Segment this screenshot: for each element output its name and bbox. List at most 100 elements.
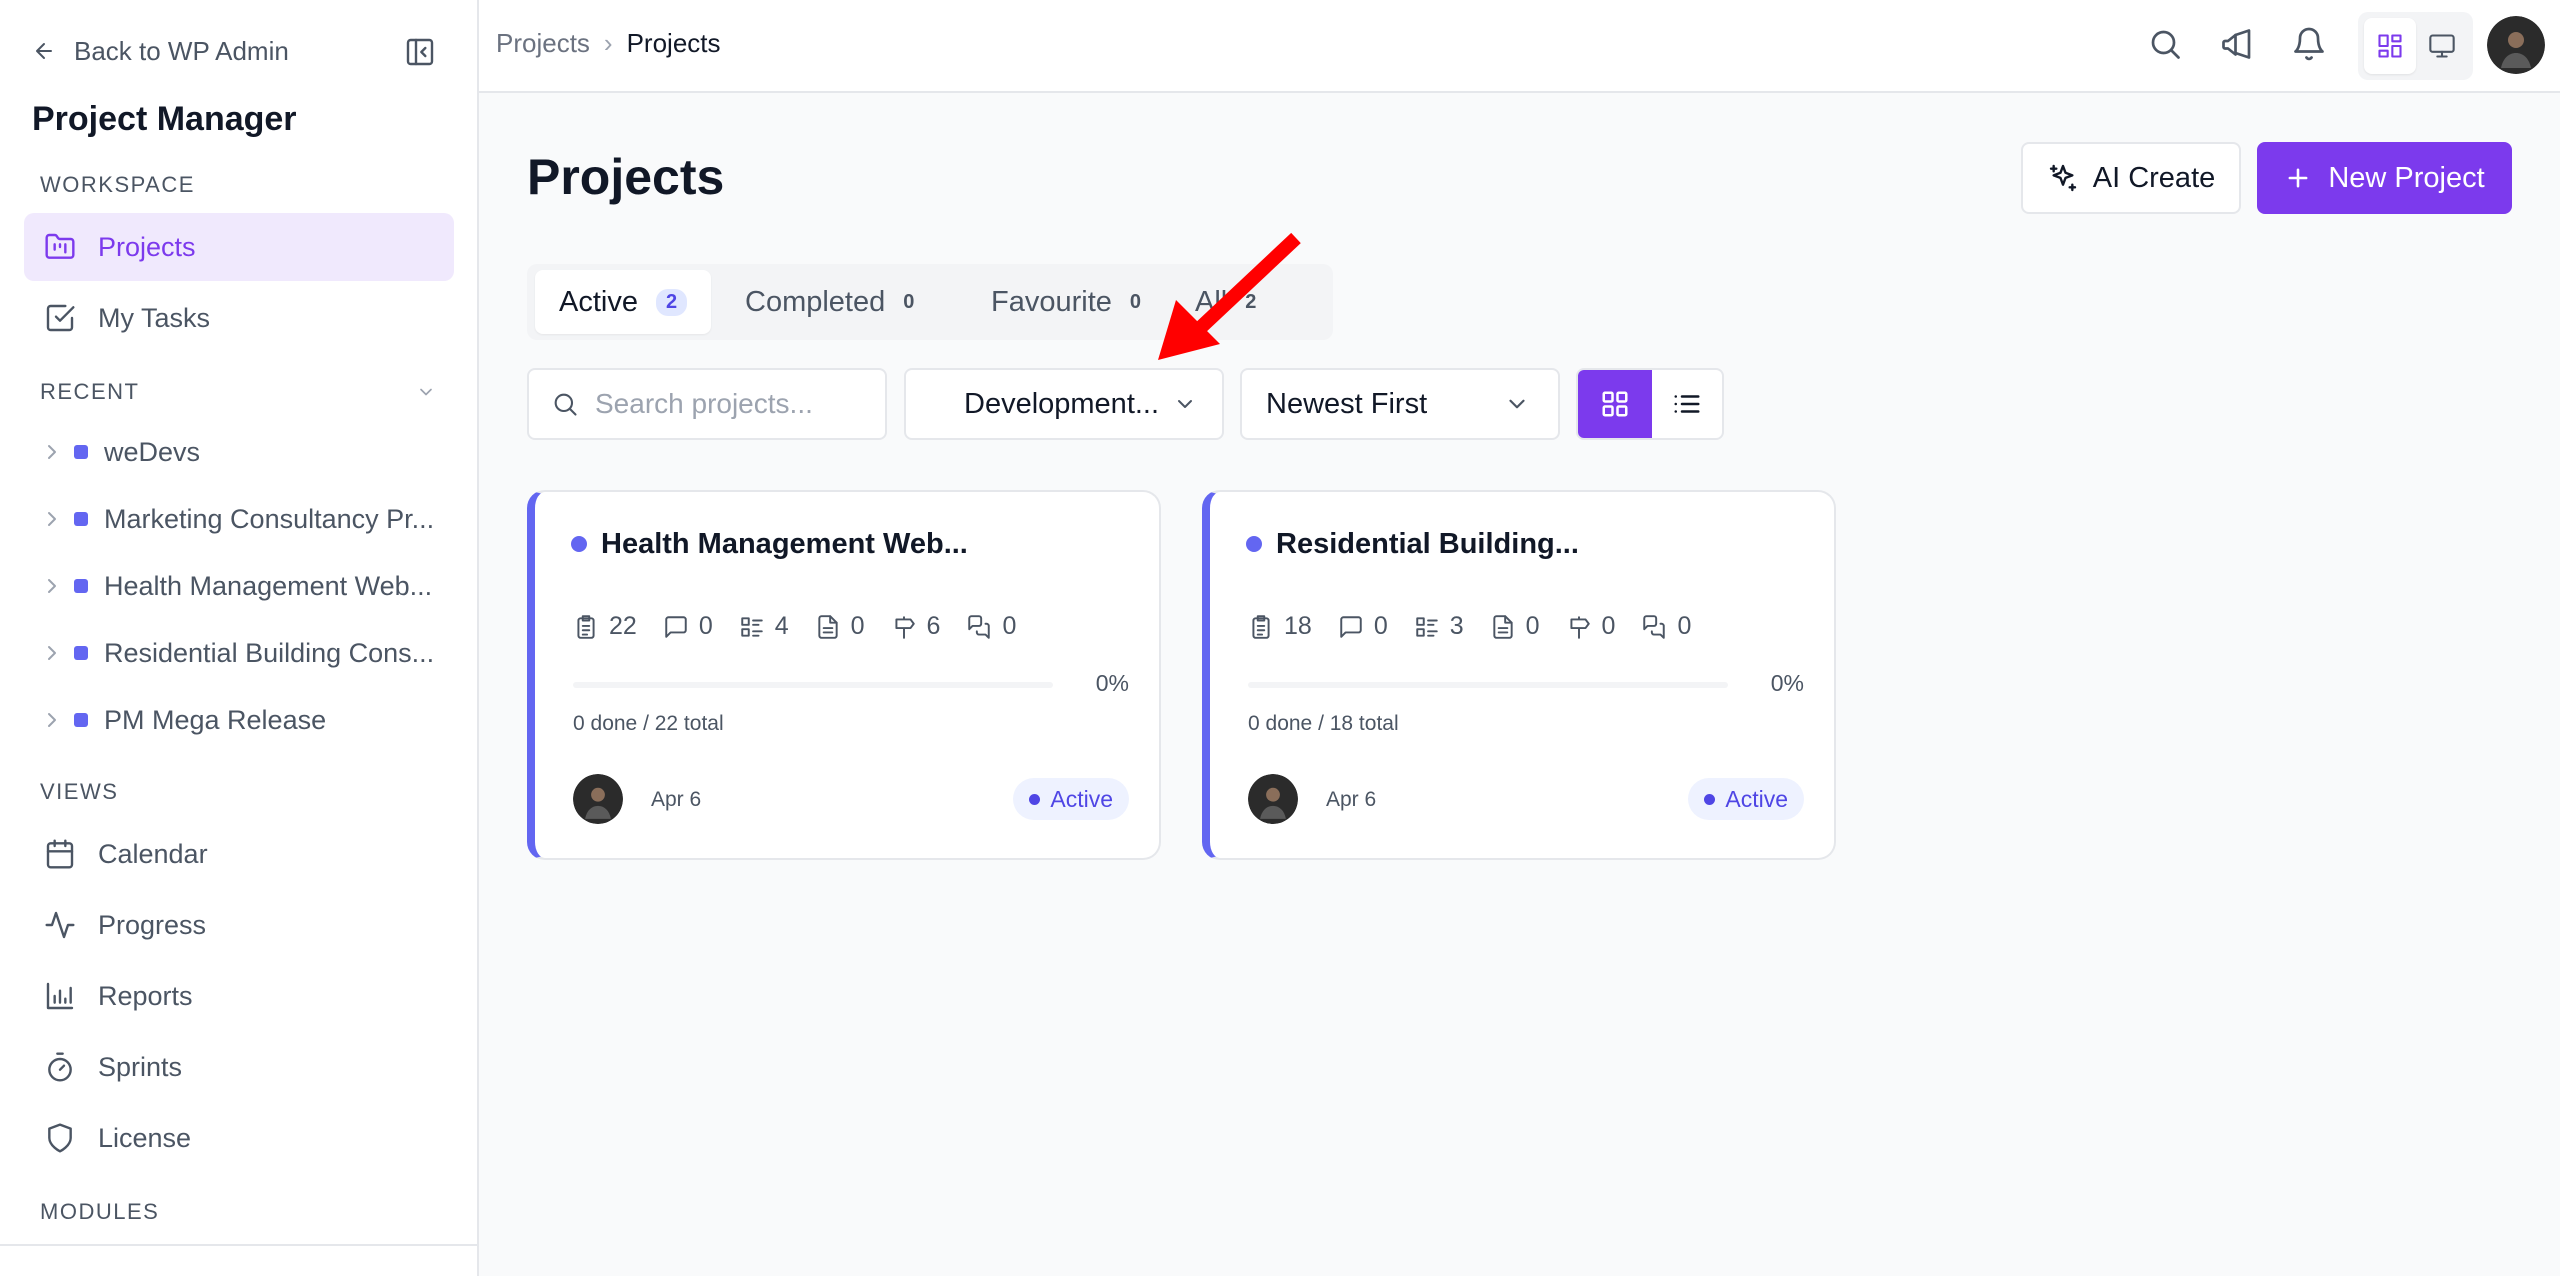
file-text-icon xyxy=(817,614,838,639)
user-avatar[interactable] xyxy=(2487,16,2545,74)
new-project-label: New Project xyxy=(2328,161,2485,194)
project-stats: 18 0 3 0 0 0 xyxy=(1248,612,1691,641)
comments-stat: 0 xyxy=(1338,612,1388,641)
folder-kanban-icon xyxy=(45,233,75,259)
status-dot xyxy=(1704,793,1716,805)
chevron-down-icon xyxy=(1509,399,1525,409)
lists-stat: 3 xyxy=(1414,612,1464,641)
search-icon[interactable] xyxy=(2147,26,2183,62)
timer-icon xyxy=(48,1052,72,1082)
project-title[interactable]: Residential Building... xyxy=(1276,528,1579,561)
check-square-icon xyxy=(46,304,75,332)
files-count: 0 xyxy=(850,612,865,640)
dashboard-view-button[interactable] xyxy=(2364,18,2416,74)
list-checks-icon xyxy=(740,616,763,637)
sidebar-item-label: Reports xyxy=(98,980,193,1011)
recent-item-label: Residential Building Cons... xyxy=(104,637,435,668)
collapse-sidebar-icon[interactable] xyxy=(404,36,436,68)
sidebar-item-calendar[interactable]: Calendar xyxy=(24,820,454,888)
desktop-view-button[interactable] xyxy=(2416,18,2468,74)
megaphone-icon[interactable] xyxy=(2219,26,2255,62)
calendar-icon xyxy=(46,839,74,869)
search-icon xyxy=(554,393,577,416)
recent-item-pm-mega-release[interactable]: PM Mega Release xyxy=(40,694,450,746)
project-color-dot xyxy=(74,579,88,593)
ai-create-button[interactable]: AI Create xyxy=(2021,142,2241,214)
sidebar-item-my-tasks[interactable]: My Tasks xyxy=(24,284,454,352)
project-card[interactable]: Residential Building... 18 0 3 0 0 0 0% … xyxy=(1202,490,1836,860)
sparkles-icon xyxy=(2049,164,2076,192)
chevron-right-icon[interactable] xyxy=(40,641,64,665)
grid-icon xyxy=(1602,391,1628,417)
recent-item-label: Marketing Consultancy Pr... xyxy=(104,503,435,534)
tab-label: Completed xyxy=(745,285,886,318)
chevron-right-icon[interactable] xyxy=(40,440,64,464)
breadcrumb-separator: › xyxy=(603,28,613,58)
breadcrumb: Projects › Projects xyxy=(496,28,721,59)
layout-dashboard-icon xyxy=(2378,34,2402,58)
divider xyxy=(0,1244,479,1246)
tab-completed[interactable]: Completed 0 xyxy=(721,270,938,334)
discussions-stat: 0 xyxy=(1641,612,1691,641)
sort-select[interactable]: Newest First xyxy=(1240,368,1560,440)
sidebar-item-projects[interactable]: Projects xyxy=(24,213,454,281)
project-stats: 22 0 4 0 6 0 xyxy=(573,612,1016,641)
list-view-button[interactable] xyxy=(1652,370,1722,438)
files-stat: 0 xyxy=(815,612,865,641)
recent-item-residential-building[interactable]: Residential Building Cons... xyxy=(40,627,450,679)
breadcrumb-parent[interactable]: Projects xyxy=(496,28,590,59)
recent-item-wedevs[interactable]: weDevs xyxy=(40,426,450,478)
category-filter-select[interactable]: Development... xyxy=(904,368,1224,440)
tab-count: 0 xyxy=(903,290,915,313)
sidebar-item-sprints[interactable]: Sprints xyxy=(24,1033,454,1101)
tab-favourite[interactable]: Favourite 0 xyxy=(967,270,1165,334)
recent-item-label: Health Management Web... xyxy=(104,570,433,601)
progress-summary: 0 done / 22 total xyxy=(573,712,724,735)
project-color-dot xyxy=(1246,536,1262,552)
shield-icon xyxy=(48,1123,72,1153)
new-project-button[interactable]: New Project xyxy=(2257,142,2512,214)
project-title[interactable]: Health Management Web... xyxy=(601,528,968,561)
lists-count: 4 xyxy=(774,612,789,640)
project-date: Apr 6 xyxy=(651,788,702,811)
clipboard-list-icon xyxy=(577,614,595,639)
bar-chart-icon xyxy=(46,982,74,1010)
tab-active[interactable]: Active 2 xyxy=(535,270,712,334)
tab-label: Favourite xyxy=(991,285,1112,318)
progress-bar xyxy=(1248,682,1728,688)
sidebar-item-label: Projects xyxy=(98,231,196,262)
arrow-left-icon xyxy=(36,43,52,59)
lists-stat: 4 xyxy=(739,612,789,641)
files-stat: 0 xyxy=(1490,612,1540,641)
avatar xyxy=(573,774,623,824)
sidebar-item-reports[interactable]: Reports xyxy=(24,962,454,1030)
top-bar: Projects › Projects xyxy=(479,0,2560,93)
sidebar-item-label: Progress xyxy=(98,909,207,940)
sidebar-item-license[interactable]: License xyxy=(24,1104,454,1172)
recent-item-health-management[interactable]: Health Management Web... xyxy=(40,560,450,612)
chevron-right-icon[interactable] xyxy=(40,507,64,531)
recent-item-marketing-consultancy[interactable]: Marketing Consultancy Pr... xyxy=(40,493,450,545)
messages-icon xyxy=(1643,614,1666,639)
search-input[interactable] xyxy=(595,388,875,420)
sidebar-item-label: License xyxy=(98,1122,192,1153)
back-to-wp-admin-link[interactable]: Back to WP Admin xyxy=(32,34,289,68)
sidebar-item-label: My Tasks xyxy=(98,302,211,333)
chevron-right-icon[interactable] xyxy=(40,708,64,732)
status-label: Active xyxy=(1725,785,1788,812)
bell-icon[interactable] xyxy=(2291,26,2327,62)
grid-view-button[interactable] xyxy=(1578,370,1652,438)
project-card[interactable]: Health Management Web... 22 0 4 0 6 0 0%… xyxy=(527,490,1161,860)
chevron-right-icon[interactable] xyxy=(40,574,64,598)
discussions-count: 0 xyxy=(1002,612,1017,640)
app-title: Project Manager xyxy=(32,100,297,138)
comments-count: 0 xyxy=(698,612,713,640)
sidebar-item-progress[interactable]: Progress xyxy=(24,891,454,959)
project-color-dot xyxy=(571,536,587,552)
chevron-down-icon[interactable] xyxy=(416,382,436,402)
project-color-dot xyxy=(74,445,88,459)
search-box xyxy=(527,368,887,440)
progress-percent: 0% xyxy=(1095,670,1129,696)
views-section-label: VIEWS xyxy=(40,779,119,804)
progress-percent: 0% xyxy=(1770,670,1804,696)
